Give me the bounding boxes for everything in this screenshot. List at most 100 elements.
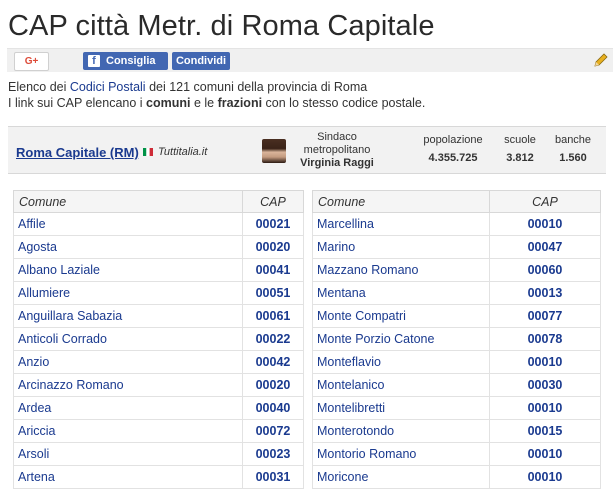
comune-link[interactable]: Monteflavio — [312, 350, 490, 374]
comune-link[interactable]: Montelibretti — [312, 396, 490, 420]
city-link[interactable]: Roma Capitale (RM) — [16, 145, 139, 160]
cap-link[interactable]: 00031 — [242, 465, 304, 489]
cap-link[interactable]: 00010 — [489, 212, 601, 236]
comune-link[interactable]: Artena — [13, 465, 243, 489]
comune-link[interactable]: Allumiere — [13, 281, 243, 305]
population-label: popolazione — [423, 134, 483, 146]
cap-link[interactable]: 00061 — [242, 304, 304, 328]
column-header-comune: Comune — [13, 190, 243, 213]
cap-link[interactable]: 00047 — [489, 235, 601, 259]
comune-link[interactable]: Affile — [13, 212, 243, 236]
table-row: Monte Porzio Catone 00078 — [312, 327, 601, 351]
cap-link[interactable]: 00020 — [242, 373, 304, 397]
schools-label: scuole — [504, 134, 536, 146]
cap-link[interactable]: 00040 — [242, 396, 304, 420]
cap-link[interactable]: 00010 — [489, 350, 601, 374]
page-title: CAP città Metr. di Roma Capitale — [8, 10, 435, 42]
comune-link[interactable]: Monterotondo — [312, 419, 490, 443]
share-bar: G+ f Consiglia Condividi — [7, 48, 613, 72]
cap-link[interactable]: 00072 — [242, 419, 304, 443]
population-stat: popolazione 4.355.725 — [422, 134, 484, 164]
column-header-cap: CAP — [242, 190, 304, 213]
column-header-comune: Comune — [312, 190, 490, 213]
table-row: Anticoli Corrado 00022 — [13, 327, 304, 351]
table-row: Ariccia 00072 — [13, 419, 304, 443]
population-value: 4.355.725 — [428, 152, 478, 164]
table-row: Montelibretti 00010 — [312, 396, 601, 420]
cap-table-right: Comune CAP Marcellina 00010 Marino 00047 Maz… — [312, 190, 601, 489]
schools-value: 3.812 — [506, 152, 534, 164]
table-row: Mazzano Romano 00060 — [312, 258, 601, 282]
table-row: Anguillara Sabazia 00061 — [13, 304, 304, 328]
comune-link[interactable]: Monte Compatri — [312, 304, 490, 328]
city-info-box: Roma Capitale (RM) Tuttitalia.it Sindaco… — [8, 126, 606, 174]
mayor-label-2: metropolitano — [303, 144, 371, 156]
cap-link[interactable]: 00022 — [242, 327, 304, 351]
comune-link[interactable]: Ariccia — [13, 419, 243, 443]
cap-link[interactable]: 00077 — [489, 304, 601, 328]
mayor-avatar — [262, 139, 286, 163]
cap-link[interactable]: 00013 — [489, 281, 601, 305]
comune-link[interactable]: Monte Porzio Catone — [312, 327, 490, 351]
banks-label: banche — [554, 134, 592, 146]
cap-link[interactable]: 00010 — [489, 465, 601, 489]
comune-link[interactable]: Albano Laziale — [13, 258, 243, 282]
schools-stat: scuole 3.812 — [502, 134, 538, 164]
intro-text-1: Elenco dei — [8, 80, 70, 94]
comune-link[interactable]: Montorio Romano — [312, 442, 490, 466]
facebook-share-button[interactable]: Condividi — [172, 52, 230, 70]
table-row: Marcellina 00010 — [312, 212, 601, 236]
facebook-like-button[interactable]: f Consiglia — [83, 52, 168, 70]
comune-link[interactable]: Mazzano Romano — [312, 258, 490, 282]
facebook-like-label: Consiglia — [106, 55, 156, 67]
table-row: Ardea 00040 — [13, 396, 304, 420]
intro-text: Elenco dei Codici Postali dei 121 comuni… — [8, 79, 425, 111]
column-header-cap: CAP — [489, 190, 601, 213]
mayor-name: Virginia Raggi — [300, 157, 374, 169]
cap-link[interactable]: 00015 — [489, 419, 601, 443]
comune-link[interactable]: Montelanico — [312, 373, 490, 397]
table-row: Albano Laziale 00041 — [13, 258, 304, 282]
comune-link[interactable]: Marino — [312, 235, 490, 259]
mayor-info: Sindaco metropolitano Virginia Raggi — [298, 131, 376, 170]
comune-link[interactable]: Arsoli — [13, 442, 243, 466]
comune-link[interactable]: Ardea — [13, 396, 243, 420]
italy-flag-icon — [143, 148, 153, 156]
cap-link[interactable]: 00051 — [242, 281, 304, 305]
cap-link[interactable]: 00010 — [489, 396, 601, 420]
cap-link[interactable]: 00030 — [489, 373, 601, 397]
comune-link[interactable]: Moricone — [312, 465, 490, 489]
comune-link[interactable]: Marcellina — [312, 212, 490, 236]
comune-link[interactable]: Anguillara Sabazia — [13, 304, 243, 328]
cap-link[interactable]: 00010 — [489, 442, 601, 466]
comune-link[interactable]: Anzio — [13, 350, 243, 374]
intro-text-5: con lo stesso codice postale. — [262, 96, 426, 110]
mayor-label-1: Sindaco — [317, 131, 357, 143]
table-row: Moricone 00010 — [312, 465, 601, 489]
intro-text-3: I link sui CAP elencano i — [8, 96, 147, 110]
cap-link[interactable]: 00042 — [242, 350, 304, 374]
table-row: Affile 00021 — [13, 212, 304, 236]
cap-link[interactable]: 00023 — [242, 442, 304, 466]
intro-text-4: e le — [190, 96, 218, 110]
table-row: Artena 00031 — [13, 465, 304, 489]
comune-link[interactable]: Mentana — [312, 281, 490, 305]
cap-link[interactable]: 00078 — [489, 327, 601, 351]
table-row: Allumiere 00051 — [13, 281, 304, 305]
table-row: Montelanico 00030 — [312, 373, 601, 397]
cap-link[interactable]: 00021 — [242, 212, 304, 236]
comune-link[interactable]: Arcinazzo Romano — [13, 373, 243, 397]
banks-stat: banche 1.560 — [553, 134, 593, 164]
google-plus-button[interactable]: G+ — [14, 52, 49, 71]
cap-link[interactable]: 00060 — [489, 258, 601, 282]
table-row: Monteflavio 00010 — [312, 350, 601, 374]
pencil-icon[interactable] — [593, 52, 609, 68]
table-row: Anzio 00042 — [13, 350, 304, 374]
table-row: Monterotondo 00015 — [312, 419, 601, 443]
cap-link[interactable]: 00020 — [242, 235, 304, 259]
cap-link[interactable]: 00041 — [242, 258, 304, 282]
source-label: Tuttitalia.it — [158, 146, 208, 158]
comune-link[interactable]: Anticoli Corrado — [13, 327, 243, 351]
comune-link[interactable]: Agosta — [13, 235, 243, 259]
codici-postali-link[interactable]: Codici Postali — [70, 80, 146, 94]
